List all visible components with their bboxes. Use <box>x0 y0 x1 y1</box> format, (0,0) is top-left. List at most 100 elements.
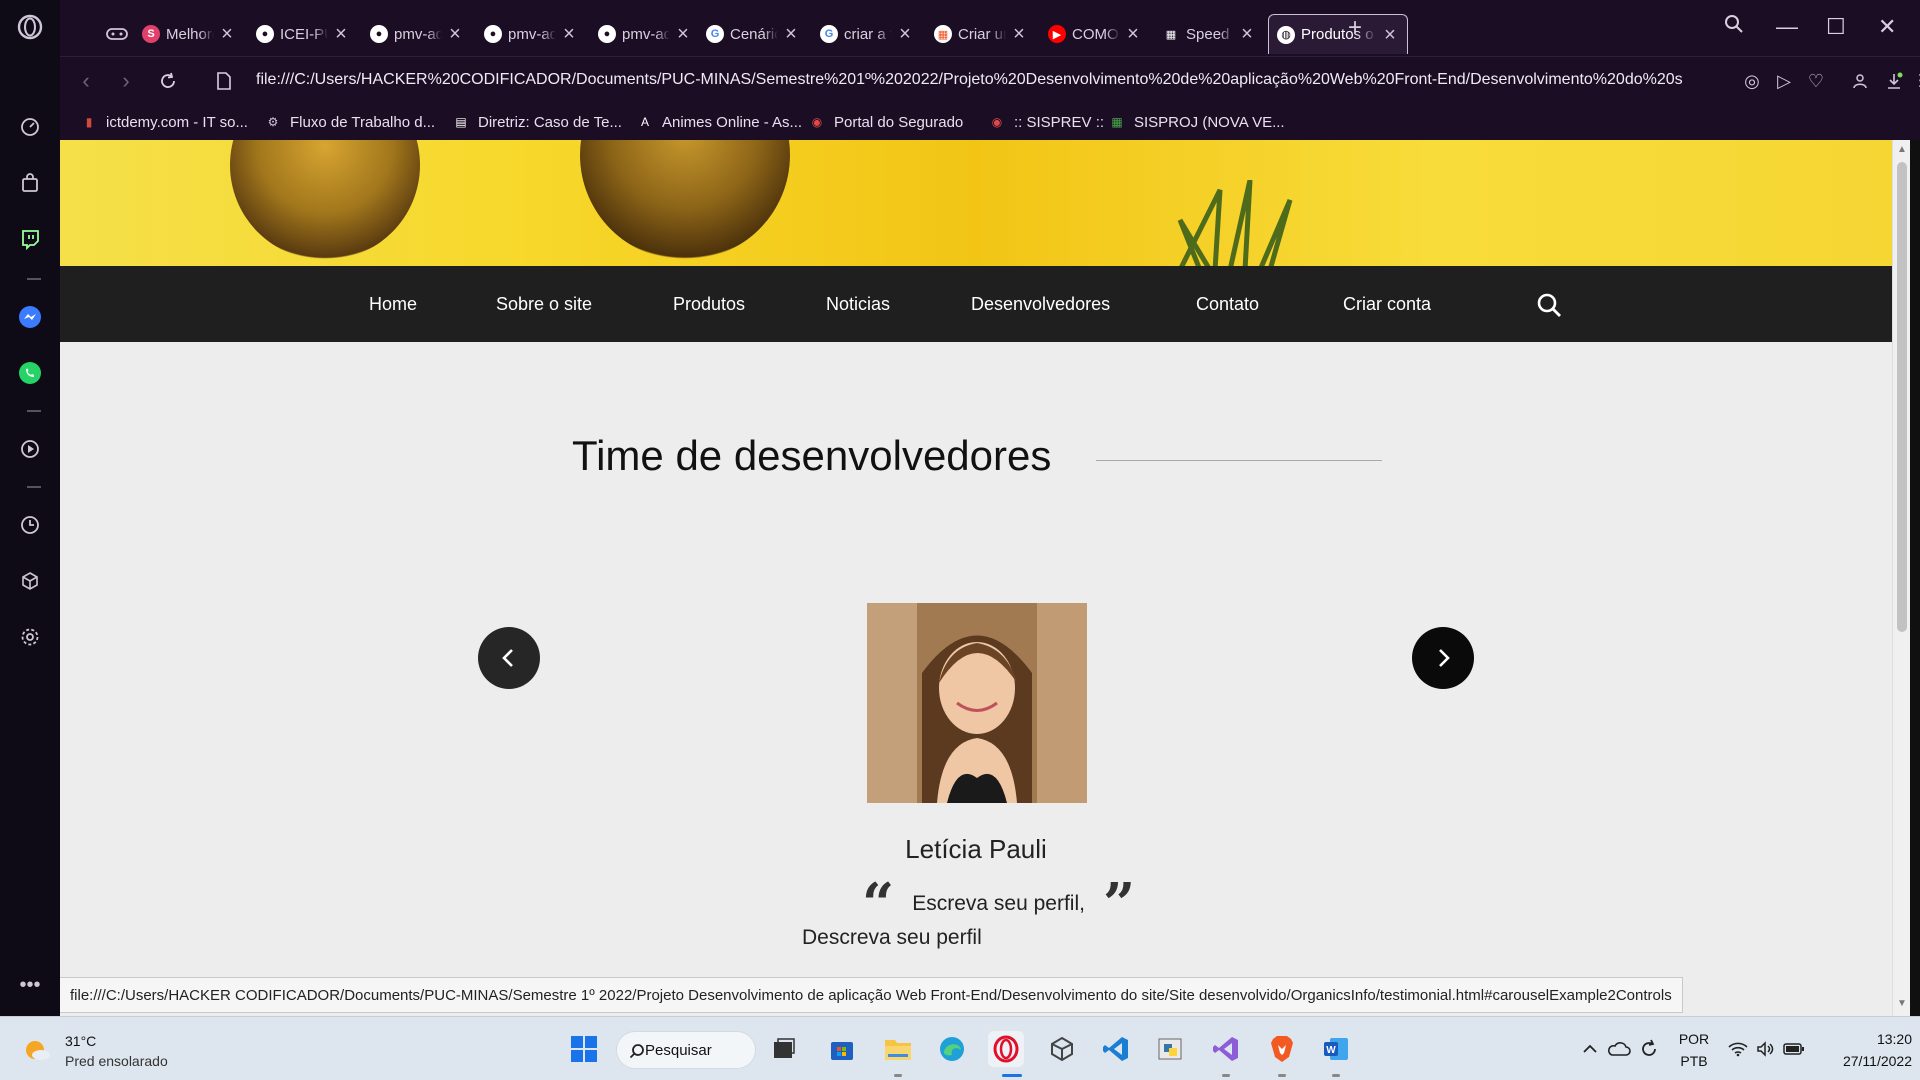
tab-close-icon[interactable]: × <box>1010 24 1028 44</box>
clock-date[interactable]: 27/11/2022 <box>1812 1053 1912 1069</box>
bookmark-item[interactable]: A Animes Online - As... <box>636 110 802 134</box>
search-icon[interactable] <box>1536 292 1562 318</box>
browser-tab[interactable]: ◍ Produtos o × <box>1268 14 1408 54</box>
opera-browser-icon[interactable] <box>988 1031 1024 1067</box>
task-view-icon[interactable] <box>766 1031 802 1067</box>
scrollbar-thumb[interactable] <box>1897 162 1907 632</box>
keyboard-layout-indicator[interactable]: PTB <box>1676 1053 1712 1069</box>
shopping-bag-icon[interactable] <box>15 168 45 198</box>
taskbar-search[interactable]: Pesquisar <box>616 1031 756 1069</box>
bookmark-item[interactable]: ◉ Portal do Segurado <box>808 110 964 134</box>
edge-browser-icon[interactable] <box>934 1031 970 1067</box>
heart-bookmark-icon[interactable]: ♡ <box>1804 69 1828 93</box>
carousel-prev-button[interactable] <box>478 627 540 689</box>
send-icon[interactable]: ▷ <box>1772 69 1796 93</box>
nav-link[interactable]: Criar conta <box>1343 294 1431 315</box>
downloads-icon[interactable] <box>1882 69 1906 93</box>
scroll-up-arrow-icon[interactable]: ▲ <box>1896 144 1908 155</box>
volume-icon[interactable] <box>1752 1031 1780 1067</box>
nav-link[interactable]: Desenvolvedores <box>971 294 1110 315</box>
bookmark-item[interactable]: ⚙ Fluxo de Trabalho d... <box>264 110 435 134</box>
browser-tab[interactable]: ● pmv-ads-2× <box>476 14 586 54</box>
nav-link[interactable]: Sobre o site <box>496 294 592 315</box>
tab-close-icon[interactable]: × <box>446 24 464 44</box>
reload-button[interactable] <box>154 67 182 95</box>
start-windows-icon[interactable] <box>566 1031 602 1067</box>
onedrive-cloud-icon[interactable] <box>1604 1031 1634 1067</box>
more-options-icon[interactable]: ••• <box>15 970 45 1000</box>
visual-studio-icon[interactable] <box>1208 1031 1244 1067</box>
nav-link[interactable]: Produtos <box>673 294 745 315</box>
tab-close-icon[interactable]: × <box>1124 24 1142 44</box>
nav-link[interactable]: Home <box>369 294 417 315</box>
back-button[interactable]: ‹ <box>72 67 100 95</box>
browser-tab[interactable]: ▦ Speed Dial× <box>1154 14 1264 54</box>
page-scrollbar[interactable]: ▲ ▼ <box>1892 140 1910 1016</box>
tab-close-icon[interactable]: × <box>1381 25 1399 45</box>
browser-tab[interactable]: Gcriar a func× <box>812 14 922 54</box>
nav-link[interactable]: Noticias <box>826 294 890 315</box>
account-icon[interactable] <box>1848 69 1872 93</box>
tab-close-icon[interactable]: × <box>674 24 692 44</box>
github-icon: ● <box>484 25 502 43</box>
browser-tab[interactable]: ▦ Criar uma c× <box>926 14 1036 54</box>
weather-sun-icon[interactable] <box>20 1033 54 1067</box>
scroll-down-arrow-icon[interactable]: ▼ <box>1896 998 1908 1009</box>
sync-refresh-icon[interactable] <box>1634 1031 1664 1067</box>
word-icon[interactable]: W <box>1318 1031 1354 1067</box>
browser-tab[interactable]: G Cenários d× <box>698 14 808 54</box>
carousel-next-button[interactable] <box>1412 627 1474 689</box>
new-tab-button[interactable]: + <box>1348 14 1362 42</box>
vscode-icon[interactable] <box>1098 1031 1134 1067</box>
unity-icon[interactable] <box>1044 1031 1080 1067</box>
opera-logo-icon[interactable] <box>15 12 45 42</box>
speedometer-icon[interactable] <box>15 112 45 142</box>
snapshot-camera-icon[interactable]: ◎ <box>1740 69 1764 93</box>
bookmark-item[interactable]: ▤ Diretriz: Caso de Te... <box>452 110 622 134</box>
bookmark-item[interactable]: ◉:: SISPREV :: <box>988 110 1104 134</box>
weather-description[interactable]: Pred ensolarado <box>65 1053 168 1069</box>
file-explorer-icon[interactable] <box>880 1031 916 1067</box>
tab-close-icon[interactable]: × <box>1238 24 1256 44</box>
clock-time[interactable]: 13:20 <box>1822 1031 1912 1047</box>
browser-tab[interactable]: ● ICEI-PUC-N× <box>248 14 358 54</box>
browser-tab[interactable]: ● pmv-ads-2× <box>590 14 700 54</box>
language-indicator[interactable]: POR <box>1676 1031 1712 1047</box>
browser-tab[interactable]: S Melhores r× <box>134 14 244 54</box>
close-window-button[interactable]: ✕ <box>1878 14 1896 40</box>
bookmark-item[interactable]: ▮ ictdemy.com - IT so... <box>80 110 248 134</box>
player-icon[interactable] <box>15 434 45 464</box>
tab-close-icon[interactable]: × <box>560 24 578 44</box>
battery-icon[interactable] <box>1780 1031 1808 1067</box>
minimize-button[interactable]: — <box>1776 14 1798 40</box>
python-idle-icon[interactable] <box>1152 1031 1188 1067</box>
settings-gear-icon[interactable] <box>15 622 45 652</box>
whatsapp-icon[interactable] <box>15 358 45 388</box>
twitch-icon[interactable] <box>15 224 45 254</box>
bookmark-item[interactable]: ▦ SISPROJ (NOVA VE... <box>1108 110 1284 134</box>
tab-close-icon[interactable]: × <box>218 24 236 44</box>
google-icon: G <box>706 25 724 43</box>
forward-button[interactable]: › <box>112 67 140 95</box>
history-clock-icon[interactable] <box>15 510 45 540</box>
nav-link[interactable]: Contato <box>1196 294 1259 315</box>
browser-tab[interactable]: ● pmv-ads-2× <box>362 14 472 54</box>
microsoft-store-icon[interactable] <box>824 1031 860 1067</box>
tab-search-icon[interactable] <box>1724 14 1744 40</box>
messenger-icon[interactable] <box>15 302 45 332</box>
maximize-button[interactable]: ☐ <box>1826 14 1846 40</box>
url-field[interactable]: file:///C:/Users/HACKER%20CODIFICADOR/Do… <box>256 71 1726 89</box>
brave-browser-icon[interactable] <box>1264 1031 1300 1067</box>
browser-tab[interactable]: ▶ COMO CRI× <box>1040 14 1150 54</box>
easy-setup-icon[interactable]: ☰ <box>1914 69 1920 93</box>
tab-close-icon[interactable]: × <box>782 24 800 44</box>
tab-close-icon[interactable]: × <box>896 24 914 44</box>
page-file-icon[interactable] <box>210 67 238 95</box>
tab-close-icon[interactable]: × <box>332 24 350 44</box>
tray-chevron-up-icon[interactable] <box>1578 1031 1602 1067</box>
tab-islands-icon[interactable] <box>98 14 138 54</box>
extensions-cube-icon[interactable] <box>15 566 45 596</box>
running-indicator <box>1332 1074 1340 1077</box>
weather-temperature[interactable]: 31°C <box>65 1033 96 1049</box>
wifi-icon[interactable] <box>1724 1031 1752 1067</box>
